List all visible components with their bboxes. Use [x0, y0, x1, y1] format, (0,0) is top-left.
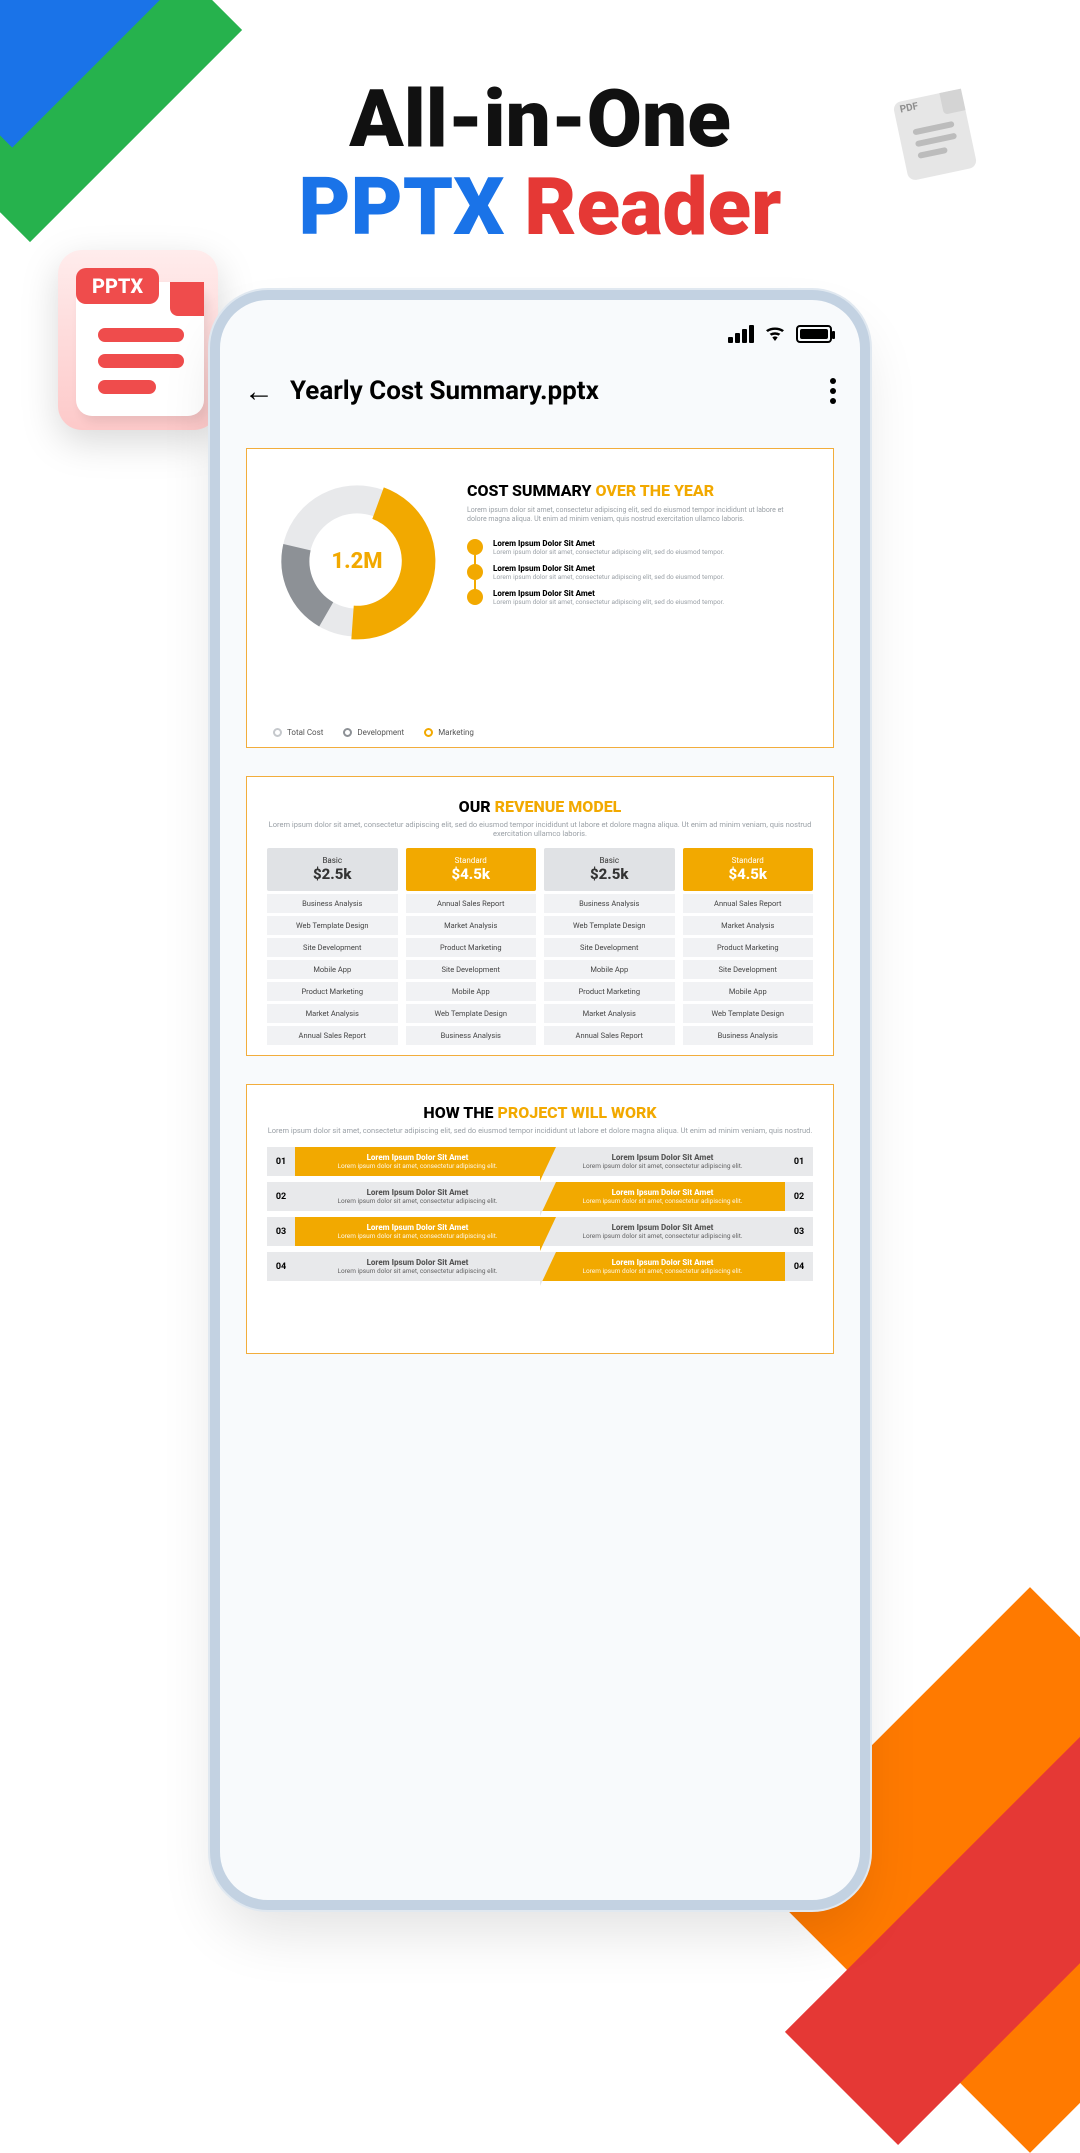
slide2-title: OUR REVENUE MODEL [267, 797, 813, 816]
slide1-subtitle: Lorem ipsum dolor sit amet, consectetur … [467, 506, 803, 525]
slide1-title: COST SUMMARY OVER THE YEAR [467, 481, 803, 500]
bullet-point: Lorem Ipsum Dolor Sit AmetLorem ipsum do… [467, 589, 803, 606]
price-column: Standard$4.5kAnnual Sales ReportMarket A… [683, 848, 814, 1045]
pricing-table: Basic$2.5kBusiness AnalysisWeb Template … [267, 848, 813, 1045]
bullet-point: Lorem Ipsum Dolor Sit AmetLorem ipsum do… [467, 564, 803, 581]
project-steps: 01 Lorem Ipsum Dolor Sit AmetLorem ipsum… [267, 1147, 813, 1281]
bullet-point: Lorem Ipsum Dolor Sit AmetLorem ipsum do… [467, 539, 803, 556]
legend-item: Development [343, 728, 404, 737]
status-bar [220, 300, 860, 356]
battery-icon [796, 325, 832, 343]
chart-legend: Total Cost Development Marketing [273, 728, 474, 737]
signal-icon [728, 325, 754, 343]
wifi-icon [764, 322, 786, 347]
app-bar: ← Yearly Cost Summary.pptx [220, 356, 860, 426]
pptx-file-icon: PPTX [58, 250, 218, 430]
slide2-subtitle: Lorem ipsum dolor sit amet, consectetur … [267, 820, 813, 838]
slide-list[interactable]: 1.2M COST SUMMARY OVER THE YEAR Lorem ip… [220, 426, 860, 1376]
phone-frame: ← Yearly Cost Summary.pptx 1.2M COST SUM… [220, 300, 860, 1900]
step-row: 04 Lorem Ipsum Dolor Sit AmetLorem ipsum… [267, 1252, 813, 1281]
legend-item: Marketing [424, 728, 474, 737]
price-column: Standard$4.5kAnnual Sales ReportMarket A… [406, 848, 537, 1045]
step-row: 01 Lorem Ipsum Dolor Sit AmetLorem ipsum… [267, 1147, 813, 1176]
pdf-doc-label: PDF [899, 101, 919, 116]
headline-reader: Reader [524, 160, 781, 254]
step-row: 03 Lorem Ipsum Dolor Sit AmetLorem ipsum… [267, 1217, 813, 1246]
step-row: 02 Lorem Ipsum Dolor Sit AmetLorem ipsum… [267, 1182, 813, 1211]
price-column: Basic$2.5kBusiness AnalysisWeb Template … [544, 848, 675, 1045]
headline-pptx: PPTX [299, 160, 505, 254]
legend-item: Total Cost [273, 728, 323, 737]
back-button[interactable]: ← [244, 374, 274, 409]
slide3-subtitle: Lorem ipsum dolor sit amet, consectetur … [267, 1126, 813, 1135]
price-column: Basic$2.5kBusiness AnalysisWeb Template … [267, 848, 398, 1045]
donut-chart: 1.2M [273, 477, 463, 645]
donut-center-value: 1.2M [273, 477, 441, 645]
pptx-badge: PPTX [76, 268, 159, 304]
more-menu-button[interactable] [830, 378, 836, 404]
slide-3[interactable]: HOW THE PROJECT WILL WORK Lorem ipsum do… [246, 1084, 834, 1354]
slide-1[interactable]: 1.2M COST SUMMARY OVER THE YEAR Lorem ip… [246, 448, 834, 748]
file-title: Yearly Cost Summary.pptx [290, 376, 814, 406]
slide3-title: HOW THE PROJECT WILL WORK [267, 1103, 813, 1122]
slide-2[interactable]: OUR REVENUE MODEL Lorem ipsum dolor sit … [246, 776, 834, 1056]
